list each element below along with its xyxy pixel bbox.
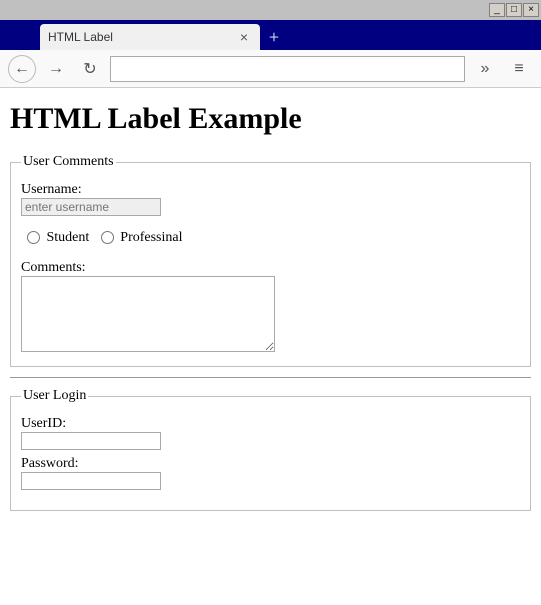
user-comments-legend: User Comments xyxy=(21,154,116,170)
username-label: Username: xyxy=(21,182,520,198)
tab-close-icon[interactable]: × xyxy=(236,29,252,45)
page-heading: HTML Label Example xyxy=(10,102,531,136)
professional-radio-text: Professinal xyxy=(120,230,182,245)
username-input[interactable] xyxy=(21,198,161,216)
page-content: HTML Label Example User Comments Usernam… xyxy=(0,88,541,535)
window-close-button[interactable]: × xyxy=(523,3,539,17)
userid-label: UserID: xyxy=(21,416,520,432)
user-login-legend: User Login xyxy=(21,388,88,404)
new-tab-button[interactable]: + xyxy=(260,24,288,50)
user-login-fieldset: User Login UserID: Password: xyxy=(10,388,531,511)
tab-title: HTML Label xyxy=(48,30,236,44)
user-comments-fieldset: User Comments Username: Student Professi… xyxy=(10,154,531,367)
password-input[interactable] xyxy=(21,472,161,490)
comments-textarea[interactable] xyxy=(21,276,275,352)
browser-tab[interactable]: HTML Label × xyxy=(40,24,260,50)
menu-button[interactable]: ≡ xyxy=(505,55,533,83)
overflow-button[interactable]: » xyxy=(471,55,499,83)
window-titlebar: _ □ × xyxy=(0,0,541,20)
browser-toolbar: ← → ↻ » ≡ xyxy=(0,50,541,88)
comments-label: Comments: xyxy=(21,260,520,276)
professional-radio-label[interactable]: Professinal xyxy=(101,230,183,245)
role-radio-group: Student Professinal xyxy=(27,230,520,246)
student-radio-text: Student xyxy=(47,230,90,245)
reload-button[interactable]: ↻ xyxy=(76,55,104,83)
browser-tab-strip: HTML Label × + xyxy=(0,20,541,50)
window-maximize-button[interactable]: □ xyxy=(506,3,522,17)
back-button[interactable]: ← xyxy=(8,55,36,83)
student-radio[interactable] xyxy=(27,231,40,244)
forward-button[interactable]: → xyxy=(42,55,70,83)
url-input[interactable] xyxy=(110,56,465,82)
password-label: Password: xyxy=(21,456,520,472)
student-radio-label[interactable]: Student xyxy=(27,230,93,245)
professional-radio[interactable] xyxy=(101,231,114,244)
divider xyxy=(10,377,531,378)
userid-input[interactable] xyxy=(21,432,161,450)
window-minimize-button[interactable]: _ xyxy=(489,3,505,17)
